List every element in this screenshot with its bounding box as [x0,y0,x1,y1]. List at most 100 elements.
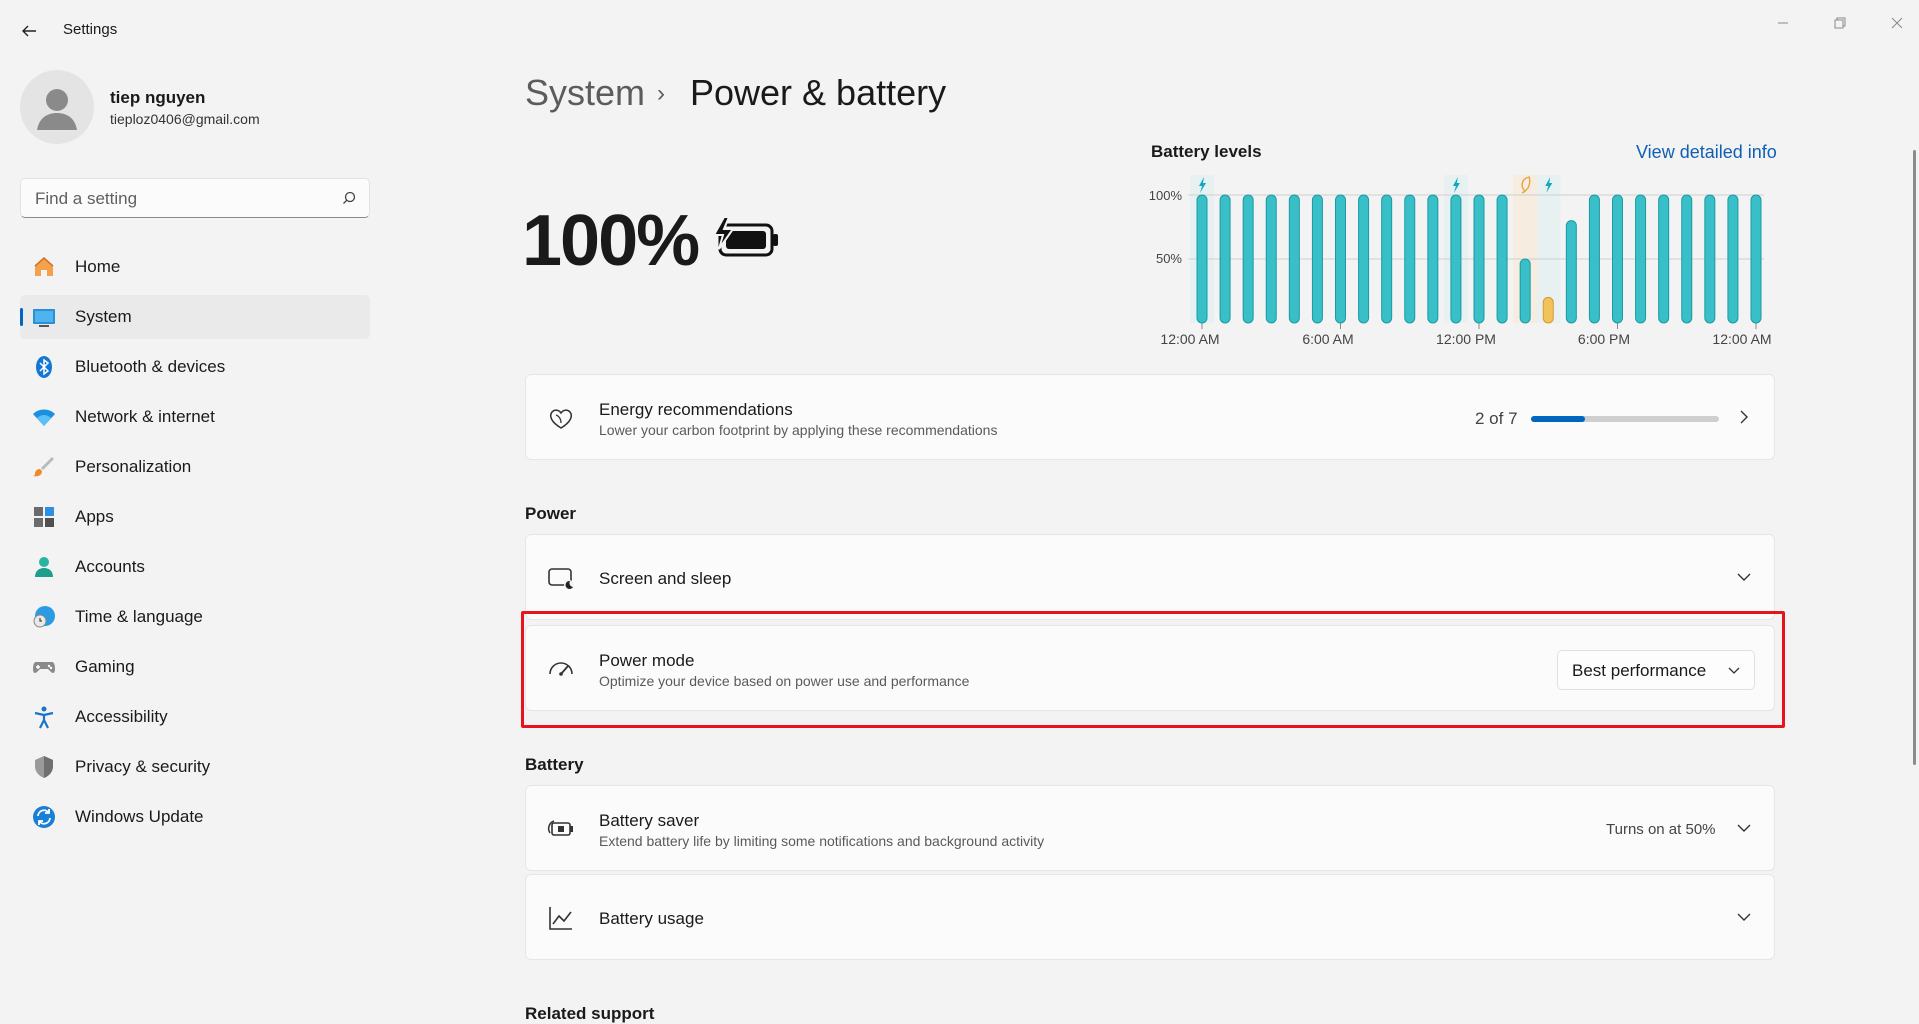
battery-bar [1519,258,1531,324]
sidebar-item-label: Network & internet [75,407,215,426]
battery-bar [1288,194,1300,324]
user-name: tiep nguyen [110,88,206,107]
view-detailed-info-link[interactable]: View detailed info [1636,142,1777,163]
time-language-icon [33,606,55,628]
battery-bar [1358,194,1370,324]
sidebar-item-system[interactable]: System [20,295,370,339]
battery-bar [1381,194,1393,324]
battery-usage-card[interactable]: Battery usage [525,874,1775,960]
back-button[interactable] [14,16,44,46]
restore-icon [1834,17,1846,29]
progress-count: 2 of 7 [1475,409,1518,428]
progress-fill [1531,416,1585,422]
update-icon [33,806,55,828]
sidebar-item-personalization[interactable]: Personalization [20,445,370,489]
wifi-icon [33,409,55,426]
chevron-down-icon [1734,818,1754,838]
close-button[interactable] [1869,8,1919,38]
shield-icon [35,756,53,778]
person-icon [37,89,77,130]
sidebar-item-label: Privacy & security [75,757,211,776]
sidebar-item-label: Accounts [75,557,145,576]
sidebar-item-network[interactable]: Network & internet [20,395,370,439]
battery-saver-subtitle: Extend battery life by limiting some not… [599,833,1045,849]
energy-subtitle: Lower your carbon footprint by applying … [599,422,998,438]
battery-saver-status: Turns on at 50% [1606,821,1716,838]
x-tick-label: 6:00 AM [1302,331,1353,347]
x-tick-label: 12:00 PM [1436,331,1496,347]
battery-bar [1404,194,1416,324]
sidebar-item-label: System [75,307,132,326]
battery-bar [1473,194,1485,324]
sidebar-item-apps[interactable]: Apps [20,495,370,539]
sidebar-item-label: Gaming [75,657,135,676]
battery-saver-card[interactable]: Battery saver Extend battery life by lim… [525,785,1775,871]
sidebar-item-label: Home [75,257,121,276]
breadcrumb-parent[interactable]: System [525,72,645,114]
sidebar-item-privacy[interactable]: Privacy & security [20,745,370,789]
title-bar: Settings [0,0,1919,60]
battery-bar [1496,194,1508,324]
sidebar-item-accounts[interactable]: Accounts [20,545,370,589]
battery-bar [1704,194,1716,324]
sidebar-item-gaming[interactable]: Gaming [20,645,370,689]
sidebar-item-label: Bluetooth & devices [75,357,226,376]
sidebar-item-home[interactable]: Home [20,245,370,289]
battery-charging-icon [712,216,778,257]
battery-usage-title: Battery usage [599,909,704,928]
accessibility-icon [34,706,54,729]
sidebar-item-time-language[interactable]: Time & language [20,595,370,639]
highlight-box [521,611,1785,728]
search-input[interactable]: Find a setting [20,178,370,218]
sidebar-item-accessibility[interactable]: Accessibility [20,695,370,739]
back-arrow-icon [22,25,36,37]
user-email: tieploz0406@gmail.com [110,111,260,127]
screen-sleep-title: Screen and sleep [599,569,732,588]
app-title: Settings [63,21,118,38]
battery-bar [1681,194,1693,324]
battery-bar [1635,194,1647,324]
restore-button[interactable] [1812,8,1868,38]
battery-saver-icon [547,820,573,836]
battery-bar [1335,194,1346,324]
sidebar-item-label: Time & language [75,607,203,626]
scrollbar[interactable] [1913,150,1916,765]
chart-title: Battery levels [1151,142,1262,161]
bluetooth-icon [36,356,52,378]
page-title: Power & battery [690,72,947,113]
battery-bar [1311,194,1323,324]
gamepad-icon [33,662,55,673]
battery-bar [1542,296,1554,324]
sidebar-item-label: Apps [75,507,114,526]
accounts-icon [35,557,53,577]
sidebar-item-label: Accessibility [75,707,168,726]
screen-and-sleep-card[interactable]: Screen and sleep [525,534,1775,620]
search-icon [343,191,356,204]
minimize-button[interactable] [1755,8,1811,38]
battery-bar [1658,194,1670,324]
battery-bar [1427,194,1439,324]
sidebar-item-label: Personalization [75,457,192,476]
chevron-right-icon [1734,407,1754,427]
chevron-down-icon [1734,567,1754,587]
section-title-power: Power [525,504,577,523]
sidebar-item-bluetooth[interactable]: Bluetooth & devices [20,345,370,389]
home-icon [34,256,54,276]
sidebar-item-windows-update[interactable]: Windows Update [20,795,370,839]
avatar[interactable] [20,70,94,144]
battery-bar [1727,194,1739,324]
energy-recommendations-card[interactable]: Energy recommendations Lower your carbon… [525,374,1775,460]
system-icon [33,309,55,327]
battery-bar [1750,194,1762,324]
battery-levels-chart: 100% 50% 12:00 AM 6:00 AM 12:00 PM 6:00 … [1149,175,1772,347]
screen-sleep-icon [548,568,574,590]
x-tick-label: 12:00 AM [1160,331,1219,347]
battery-bar [1265,194,1277,324]
active-indicator [20,308,23,326]
section-title-related-support: Related support [525,1004,655,1023]
y-tick-label: 100% [1149,188,1183,203]
close-icon [1891,17,1903,29]
battery-percentage: 100% [522,201,700,281]
leaf-heart-icon [549,409,573,429]
battery-saver-title: Battery saver [599,811,700,830]
